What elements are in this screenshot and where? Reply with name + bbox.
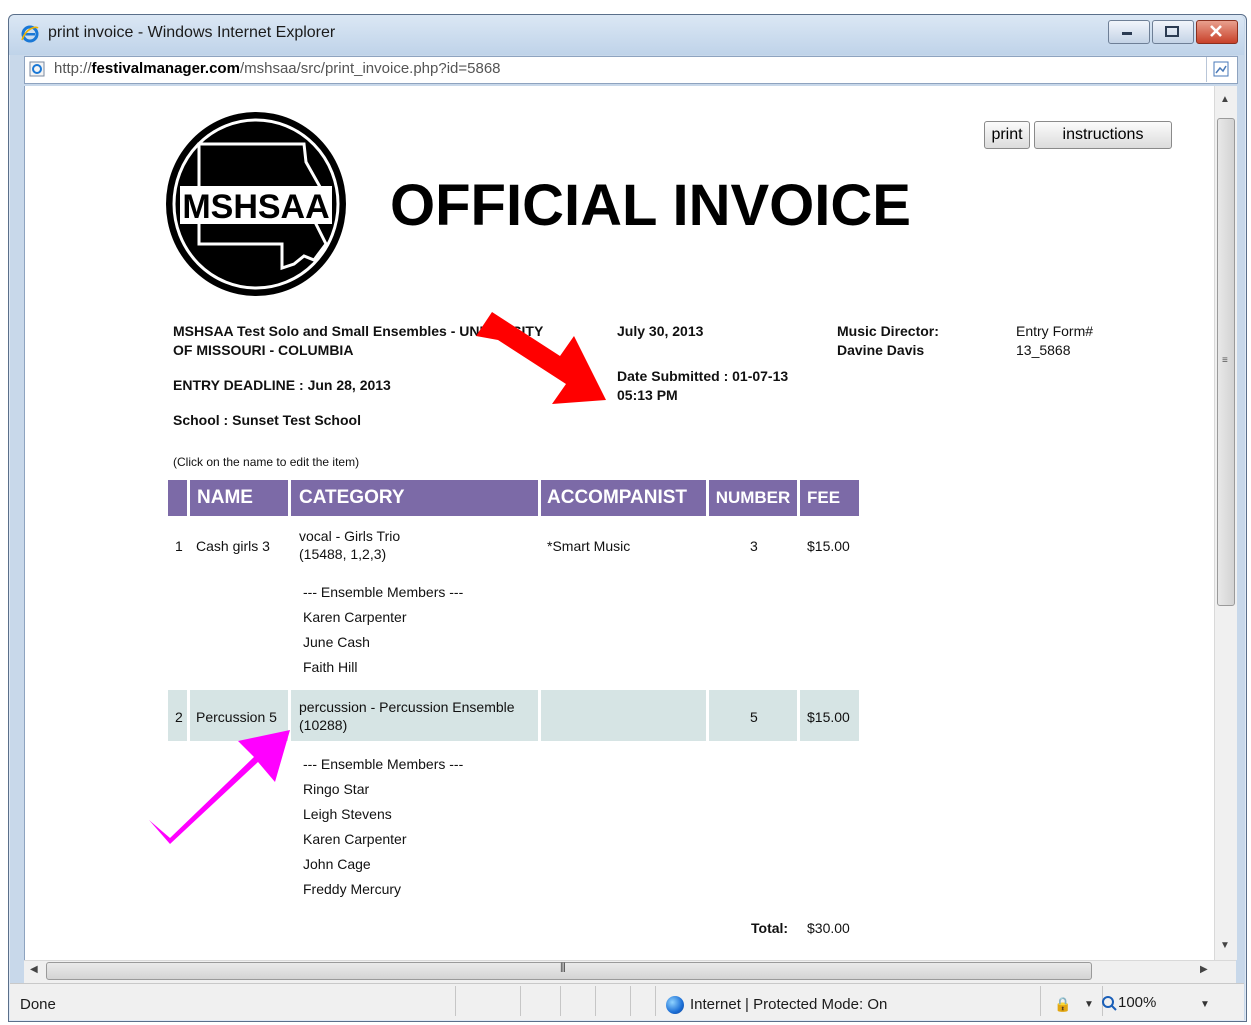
magenta-arrow-icon [149,730,290,844]
annotation-arrows [149,312,606,844]
red-arrow-icon [476,312,606,404]
